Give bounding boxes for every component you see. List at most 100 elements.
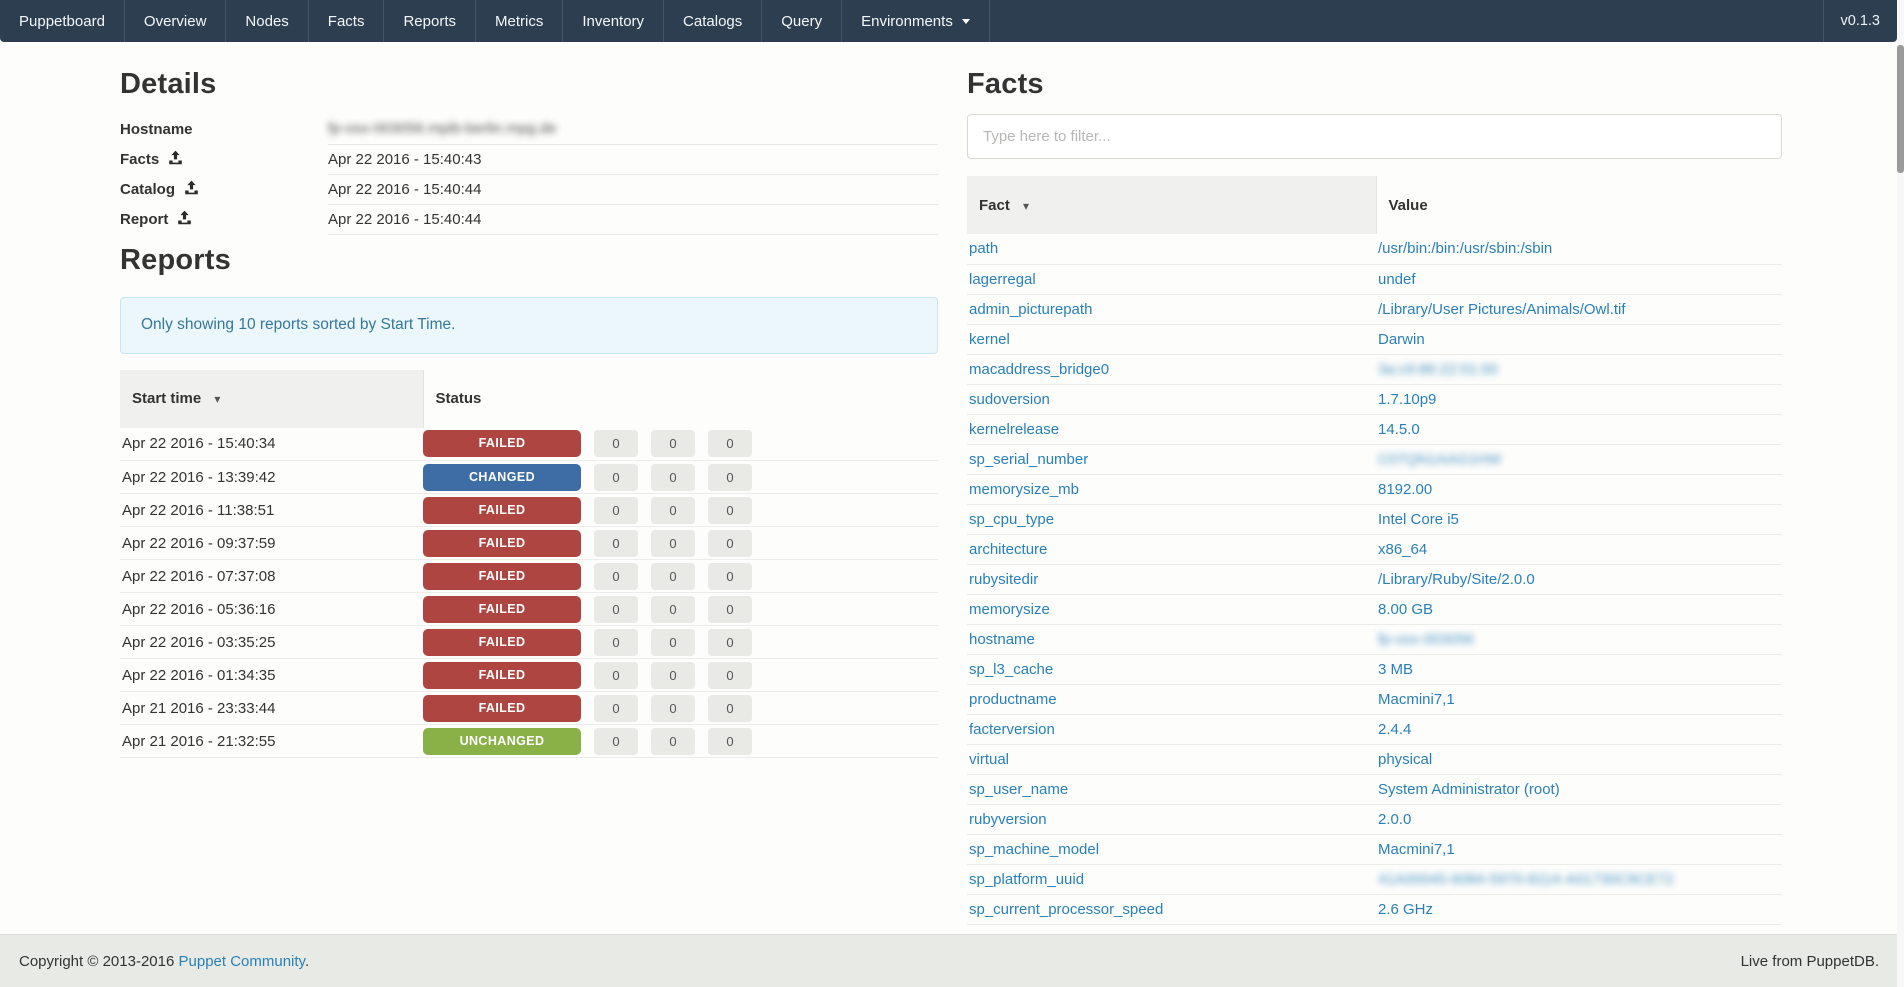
- fact-row: facterversion 2.4.4: [967, 714, 1782, 744]
- report-status-badge: FAILED: [423, 497, 581, 524]
- details-value: fp-osx-003056.mpib-berlin.mpg.de: [328, 120, 556, 137]
- report-count-box: 0: [651, 662, 695, 689]
- fact-value-link[interactable]: x86_64: [1378, 541, 1427, 558]
- details-label: Report: [120, 211, 168, 228]
- fact-value-link[interactable]: 2.4.4: [1378, 721, 1411, 738]
- report-start-time: Apr 22 2016 - 09:37:59: [120, 527, 423, 560]
- fact-value-link[interactable]: physical: [1378, 751, 1432, 768]
- fact-name-link[interactable]: rubyversion: [969, 811, 1047, 828]
- fact-row: memorysize 8.00 GB: [967, 594, 1782, 624]
- report-start-time: Apr 22 2016 - 01:34:35: [120, 659, 423, 692]
- puppet-community-link[interactable]: Puppet Community: [179, 953, 305, 970]
- fact-value-link[interactable]: C07QN1AAG1HW: [1378, 451, 1501, 468]
- navbar-item[interactable]: Overview: [125, 0, 227, 42]
- fact-value-link[interactable]: Macmini7,1: [1378, 691, 1455, 708]
- fact-value-link[interactable]: 8.00 GB: [1378, 601, 1433, 618]
- fact-name-link[interactable]: sp_machine_model: [969, 841, 1099, 858]
- fact-value-link[interactable]: Intel Core i5: [1378, 511, 1459, 528]
- details-label: Facts: [120, 151, 159, 168]
- fact-value-link[interactable]: 3a:c9:86:22:01:00: [1378, 361, 1498, 378]
- node-details-column: Details Hostname fp-osx-003056.mpib-b: [120, 68, 938, 925]
- fact-name-link[interactable]: sp_current_processor_speed: [969, 901, 1163, 918]
- details-label: Catalog: [120, 181, 175, 198]
- fact-name-link[interactable]: sp_l3_cache: [969, 661, 1053, 678]
- report-count-box: 0: [651, 563, 695, 590]
- navbar-item-environments[interactable]: Environments: [842, 0, 990, 42]
- fact-value-link[interactable]: 8192.00: [1378, 481, 1432, 498]
- fact-row: hostname fp-osx-003056: [967, 624, 1782, 654]
- fact-value-link[interactable]: /usr/bin:/bin:/usr/sbin:/sbin: [1378, 240, 1552, 257]
- fact-name-link[interactable]: sudoversion: [969, 391, 1050, 408]
- report-status-badge: FAILED: [423, 662, 581, 689]
- fact-name-link[interactable]: hostname: [969, 631, 1035, 648]
- chevron-down-icon: [962, 19, 970, 24]
- fact-name-link[interactable]: sp_platform_uuid: [969, 871, 1084, 888]
- fact-value-link[interactable]: 2.0.0: [1378, 811, 1411, 828]
- fact-row: path /usr/bin:/bin:/usr/sbin:/sbin: [967, 234, 1782, 264]
- fact-value-link[interactable]: Darwin: [1378, 331, 1425, 348]
- navbar-item[interactable]: Nodes: [226, 0, 308, 42]
- fact-name-link[interactable]: memorysize_mb: [969, 481, 1079, 498]
- reports-alert-text: Only showing 10 reports sorted by Start …: [141, 316, 455, 334]
- version-badge: v0.1.3: [1823, 0, 1898, 42]
- navbar-item[interactable]: Inventory: [563, 0, 664, 42]
- fact-name-link[interactable]: kernelrelease: [969, 421, 1059, 438]
- fact-value-link[interactable]: /Library/User Pictures/Animals/Owl.tif: [1378, 301, 1626, 318]
- fact-name-link[interactable]: productname: [969, 691, 1057, 708]
- column-header-start-time[interactable]: Start time ▾: [120, 370, 423, 428]
- reports-info-alert: Only showing 10 reports sorted by Start …: [120, 297, 938, 354]
- fact-name-link[interactable]: macaddress_bridge0: [969, 361, 1109, 378]
- report-status-badge: FAILED: [423, 629, 581, 656]
- fact-value-link[interactable]: 2.6 GHz: [1378, 901, 1433, 918]
- fact-value-link[interactable]: 3 MB: [1378, 661, 1413, 678]
- facts-header-row: Fact ▾ Value: [967, 176, 1782, 234]
- navbar-item[interactable]: Metrics: [476, 0, 563, 42]
- fact-name-link[interactable]: path: [969, 240, 998, 257]
- report-status-badge: UNCHANGED: [423, 728, 581, 755]
- fact-row: architecture x86_64: [967, 534, 1782, 564]
- fact-value-link[interactable]: 1.7.10p9: [1378, 391, 1436, 408]
- facts-filter-input[interactable]: [967, 114, 1782, 159]
- reports-title: Reports: [120, 244, 938, 277]
- report-count-box: 0: [594, 464, 638, 491]
- navbar-item[interactable]: Facts: [309, 0, 385, 42]
- report-count-box: 0: [708, 662, 752, 689]
- fact-name-link[interactable]: lagerregal: [969, 271, 1036, 288]
- report-count-box: 0: [594, 728, 638, 755]
- navbar-item[interactable]: Catalogs: [664, 0, 762, 42]
- column-header-value[interactable]: Value: [1376, 176, 1782, 234]
- fact-name-link[interactable]: memorysize: [969, 601, 1050, 618]
- fact-value-link[interactable]: System Administrator (root): [1378, 781, 1560, 798]
- fact-value-link[interactable]: /Library/Ruby/Site/2.0.0: [1378, 571, 1535, 588]
- report-start-time: Apr 21 2016 - 23:33:44: [120, 692, 423, 725]
- navbar-brand[interactable]: Puppetboard: [0, 0, 125, 42]
- fact-name-link[interactable]: admin_picturepath: [969, 301, 1092, 318]
- fact-value-link[interactable]: 14.5.0: [1378, 421, 1420, 438]
- fact-name-link[interactable]: rubysitedir: [969, 571, 1038, 588]
- report-row: Apr 21 2016 - 21:32:55 UNCHANGED 0 0 0: [120, 725, 938, 758]
- navbar-item[interactable]: Reports: [384, 0, 476, 42]
- fact-name-link[interactable]: facterversion: [969, 721, 1055, 738]
- fact-value-link[interactable]: fp-osx-003056: [1378, 631, 1474, 648]
- fact-name-link[interactable]: architecture: [969, 541, 1047, 558]
- scrollbar-thumb[interactable]: [1897, 45, 1904, 173]
- fact-name-link[interactable]: sp_serial_number: [969, 451, 1088, 468]
- navbar-item[interactable]: Query: [762, 0, 842, 42]
- column-header-fact[interactable]: Fact ▾: [967, 176, 1376, 234]
- fact-name-link[interactable]: sp_cpu_type: [969, 511, 1054, 528]
- details-row: Hostname fp-osx-003056.mpib-berlin.mpg.d…: [120, 114, 938, 144]
- fact-value-link[interactable]: undef: [1378, 271, 1416, 288]
- fact-name-link[interactable]: kernel: [969, 331, 1010, 348]
- fact-name-link[interactable]: virtual: [969, 751, 1009, 768]
- report-count-box: 0: [651, 464, 695, 491]
- scrollbar[interactable]: [1897, 0, 1904, 987]
- fact-value-link[interactable]: Macmini7,1: [1378, 841, 1455, 858]
- fact-name-link[interactable]: sp_user_name: [969, 781, 1068, 798]
- fact-row: sp_cpu_type Intel Core i5: [967, 504, 1782, 534]
- fact-value-link[interactable]: 41A00045-6084-5970-8114-A01730C9CE72: [1378, 871, 1674, 888]
- details-row: Facts Apr 22 2016 - 15:40:43: [120, 144, 938, 174]
- column-header-status[interactable]: Status: [423, 370, 938, 428]
- fact-row: lagerregal undef: [967, 264, 1782, 294]
- report-status-badge: FAILED: [423, 695, 581, 722]
- fact-row: virtual physical: [967, 744, 1782, 774]
